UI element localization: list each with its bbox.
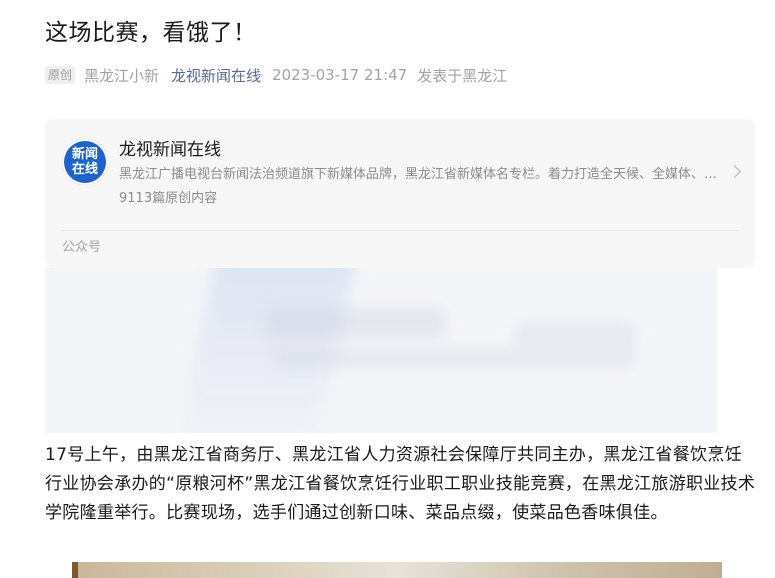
publish-datetime: 2023-03-17 21:47 bbox=[272, 66, 408, 84]
article-meta: 原创 黑龙江小新 龙视新闻在线 2023-03-17 21:47 发表于黑龙江 bbox=[45, 64, 507, 86]
article-body-paragraph: 17号上午，由黑龙江省商务厅、黑龙江省人力资源社会保障厅共同主办，黑龙江省餐饮烹… bbox=[45, 445, 756, 523]
avatar-text-line2: 在线 bbox=[71, 162, 98, 177]
chevron-right-icon[interactable] bbox=[728, 165, 741, 178]
account-link[interactable]: 龙视新闻在线 bbox=[171, 65, 261, 86]
cover-blurred-text bbox=[275, 348, 635, 368]
publish-location: 发表于黑龙江 bbox=[417, 66, 508, 85]
original-count: 9113篇原创内容 bbox=[119, 191, 218, 206]
original-badge: 原创 bbox=[45, 66, 76, 84]
account-description: 黑龙江广播电视台新闻法治频道旗下新媒体品牌，黑龙江省新媒体名专栏。着力打造全天候… bbox=[119, 167, 719, 182]
avatar[interactable]: 新闻 在线 bbox=[62, 139, 108, 185]
account-profile-card[interactable]: 新闻 在线 龙视新闻在线 黑龙江广播电视台新闻法治频道旗下新媒体品牌，黑龙江省新… bbox=[45, 119, 755, 268]
account-name[interactable]: 龙视新闻在线 bbox=[119, 138, 221, 162]
cover-blurred-text bbox=[515, 323, 635, 348]
author-name: 黑龙江小新 bbox=[84, 66, 160, 85]
card-divider bbox=[62, 230, 738, 231]
account-type-label: 公众号 bbox=[62, 240, 102, 255]
avatar-text-line1: 新闻 bbox=[71, 147, 98, 162]
article-photo bbox=[72, 562, 722, 578]
article-cover-image bbox=[45, 268, 717, 433]
photo-edge bbox=[72, 562, 78, 578]
article-title: 这场比赛，看饿了！ bbox=[45, 20, 257, 46]
cover-blurred-text bbox=[265, 308, 445, 338]
